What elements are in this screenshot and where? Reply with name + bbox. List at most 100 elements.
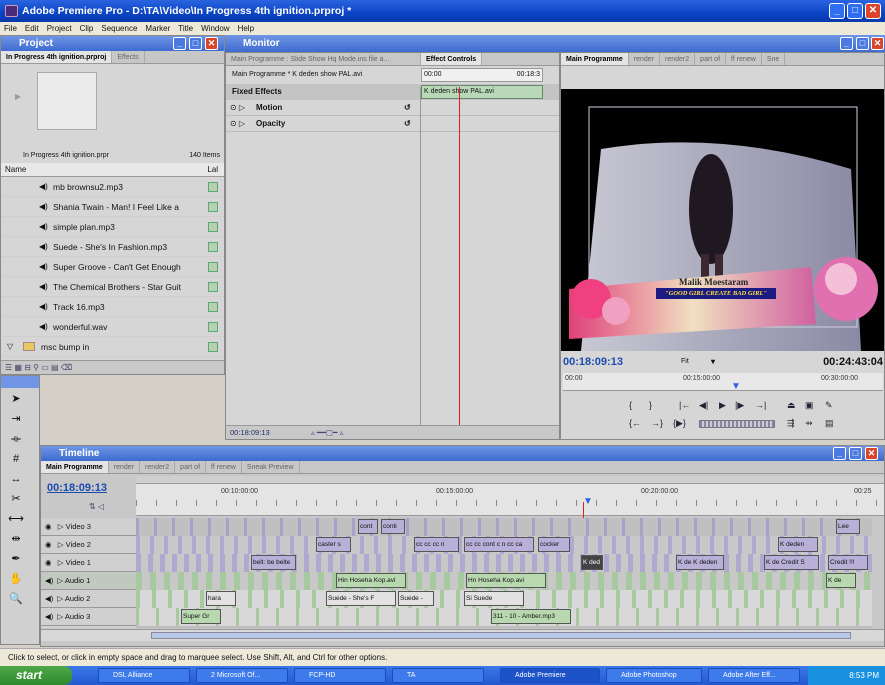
tab-effect-controls[interactable]: Effect Controls [421,53,483,65]
track-header-audio3[interactable]: ◀) ▷ Audio 3 [41,608,136,626]
menu-help[interactable]: Help [238,24,254,33]
lift-icon[interactable]: ⏏ [787,400,796,411]
tab-main-programme[interactable]: Main Programme [41,461,109,473]
hand-tool-icon[interactable]: ✋ [7,570,25,588]
step-back-frame-icon[interactable]: ◀| [699,400,708,411]
tab-render2[interactable]: render2 [660,53,696,65]
delete-icon[interactable]: ⌫ [61,363,72,372]
program-current-time[interactable]: 00:18:09:13 [563,356,623,368]
clip[interactable]: K de K deden [676,555,724,570]
list-item[interactable]: ◀) wonderful.wav [1,317,224,337]
list-item[interactable]: ◀) mb brownsu2.mp3 [1,177,224,197]
rolling-edit-tool-icon[interactable]: # [7,450,25,468]
monitor-close-button[interactable]: ✕ [871,37,884,50]
timeline-minimize-button[interactable]: _ [833,447,846,460]
clip[interactable]: caster s [316,537,351,552]
tab-ff-renew[interactable]: ff renew [206,461,242,473]
slide-tool-icon[interactable]: ⇹ [7,530,25,548]
rate-stretch-tool-icon[interactable]: ↔ [7,470,25,488]
tab-part-of[interactable]: part of [695,53,727,65]
timeline-maximize-button[interactable]: □ [849,447,862,460]
ec-current-time[interactable]: 00:18:09:13 [230,428,270,437]
selection-tool-icon[interactable]: ➤ [7,390,25,408]
reset-icon[interactable]: ↺ [404,116,411,132]
go-to-in-icon[interactable]: {← [629,418,641,428]
clip[interactable]: Super Gr [181,609,221,624]
zoom-dropdown-icon[interactable]: ▾ [711,355,715,369]
ec-opacity-row[interactable]: ⊙ ▷ Opacity ↺ [226,116,559,132]
list-item[interactable]: ◀) simple plan.mp3 [1,217,224,237]
program-time-ruler[interactable]: 00:00 00:15:00:00 00:30:00:00 ▼ [563,373,883,392]
toggle-effect-icon[interactable]: ⊙ ▷ [230,100,245,116]
menu-title[interactable]: Title [178,24,193,33]
speaker-icon[interactable]: ◀) [45,612,53,621]
list-item[interactable]: ◀) Suede - She's In Fashion.mp3 [1,237,224,257]
timeline-ruler[interactable]: 00:10:00:00 00:15:00:00 00:20:00:00 00:2… [136,476,884,516]
track-header-video2[interactable]: ◉ ▷ Video 2 [41,536,136,554]
clip[interactable]: K ded [581,555,603,570]
zoom-fit-select[interactable]: Fit [681,355,689,369]
clip[interactable]: Si Suede [464,591,524,606]
tab-effects[interactable]: Effects [112,51,145,63]
clip[interactable]: Credit !!! [828,555,868,570]
safe-margins-icon[interactable]: ▣ [805,400,814,411]
step-back-icon[interactable]: |← [679,400,690,410]
program-playhead-icon[interactable]: ▼ [731,381,741,392]
clip[interactable]: K de [826,573,856,588]
new-item-icon[interactable]: ▤ [51,363,59,372]
list-item[interactable]: ◀) Super Groove - Can't Get Enough [1,257,224,277]
trim-icon[interactable]: ✎ [825,400,833,411]
clip[interactable]: cc cc cc n [414,537,459,552]
list-item[interactable]: ◀) Shania Twain - Man! I Feel Like a [1,197,224,217]
track-header-video1[interactable]: ◉ ▷ Video 1 [41,554,136,572]
step-forward-frame-icon[interactable]: |▶ [735,400,744,411]
mark-out-icon[interactable]: } [649,400,652,410]
snap-icon[interactable]: ⇅ ◁ [89,502,104,511]
clip[interactable]: K deden [778,537,818,552]
clip[interactable]: cc cc cont c n cc ca [464,537,534,552]
play-icon[interactable]: ▶ [719,400,726,411]
jog-control[interactable] [699,420,775,428]
tab-render[interactable]: render [629,53,661,65]
tab-project-file[interactable]: In Progress 4th ignition.prproj [1,51,113,63]
eye-icon[interactable]: ◉ [45,540,52,549]
menu-clip[interactable]: Clip [80,24,94,33]
menu-edit[interactable]: Edit [25,24,39,33]
automate-icon[interactable]: ⊟ [24,363,31,372]
clip[interactable]: Suede - [398,591,434,606]
list-view-icon[interactable]: ☰ [5,363,12,372]
taskbar-item[interactable]: TA [392,668,484,683]
list-item[interactable]: ◀) Track 16.mp3 [1,297,224,317]
speaker-icon[interactable]: ◀) [45,594,53,603]
menu-sequence[interactable]: Sequence [101,24,137,33]
taskbar-item[interactable]: Adobe Photoshop [606,668,702,683]
find-icon[interactable]: ⚲ [33,363,39,372]
toggle-effect-icon[interactable]: ⊙ ▷ [230,116,245,132]
eye-icon[interactable]: ◉ [45,558,52,567]
ec-clip-bar[interactable]: K deden show PAL.avi [421,85,543,99]
tab-ff-renew[interactable]: ff renew [726,53,762,65]
column-name[interactable]: Name [5,165,26,174]
pen-tool-icon[interactable]: ✒ [7,550,25,568]
new-bin-icon[interactable]: ▭ [41,363,49,372]
go-to-out-icon[interactable]: →} [651,418,663,428]
clip[interactable]: cont [358,519,378,534]
tab-part-of[interactable]: part of [175,461,207,473]
tab-source[interactable]: Main Programme : Slide Show Hq Mode.ins … [226,53,421,65]
program-video-frame[interactable]: Malik Moestaram "GOOD GIRL CREATE BAD GI… [561,89,884,351]
folder-item[interactable]: ▽ msc bump in [1,337,224,357]
taskbar-item[interactable]: Adobe Premiere [500,668,600,683]
extract-icon[interactable]: ⇸ [805,418,813,429]
clip[interactable]: belt: be belte [251,555,296,570]
overlay-icon[interactable]: ⇶ [787,418,795,429]
timeline-clips-area[interactable]: cont conti Lee caster s cc cc cc n cc cc… [136,518,872,628]
start-button[interactable]: start [0,666,72,685]
play-in-to-out-icon[interactable]: {▶} [673,418,686,429]
clip[interactable]: 311 - 10 - Amber.mp3 [491,609,571,624]
track-header-video3[interactable]: ◉ ▷ Video 3 [41,518,136,536]
ec-time-ruler[interactable]: 00:00 00:18:3 [421,68,543,82]
work-area-bar[interactable] [136,476,884,484]
export-frame-icon[interactable]: ▤ [825,418,834,429]
clip[interactable]: cocker [538,537,570,552]
eye-icon[interactable]: ◉ [45,522,52,531]
